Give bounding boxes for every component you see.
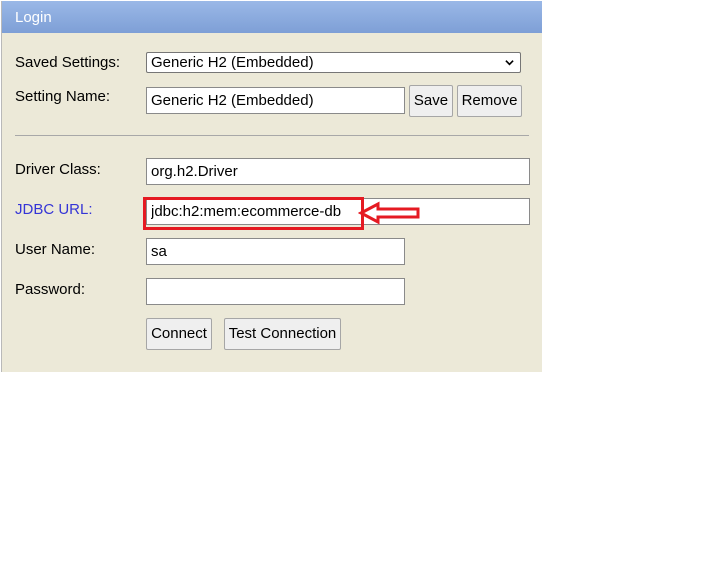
remove-button[interactable]: Remove — [457, 85, 522, 117]
user-name-label: User Name: — [15, 241, 96, 258]
saved-settings-label: Saved Settings: — [15, 54, 121, 71]
setting-name-input[interactable] — [146, 87, 405, 114]
jdbc-url-input[interactable] — [146, 198, 530, 225]
divider — [15, 135, 529, 136]
saved-settings-value: Generic H2 (Embedded) — [151, 54, 314, 71]
password-label: Password: — [15, 281, 86, 298]
password-input[interactable] — [146, 278, 405, 305]
setting-name-label: Setting Name: — [15, 88, 111, 105]
connect-button[interactable]: Connect — [146, 318, 212, 350]
jdbc-url-label[interactable]: JDBC URL: — [15, 201, 93, 218]
login-title-bar: Login — [2, 1, 542, 33]
driver-class-label: Driver Class: — [15, 161, 101, 178]
test-connection-button[interactable]: Test Connection — [224, 318, 341, 350]
login-title: Login — [15, 9, 52, 26]
driver-class-input[interactable] — [146, 158, 530, 185]
chevron-down-icon — [505, 60, 514, 66]
left-arrow-icon — [358, 201, 420, 225]
saved-settings-select[interactable]: Generic H2 (Embedded) — [146, 52, 521, 73]
save-button[interactable]: Save — [409, 85, 453, 117]
user-name-input[interactable] — [146, 238, 405, 265]
login-panel: Login Saved Settings: Generic H2 (Embedd… — [1, 1, 542, 372]
